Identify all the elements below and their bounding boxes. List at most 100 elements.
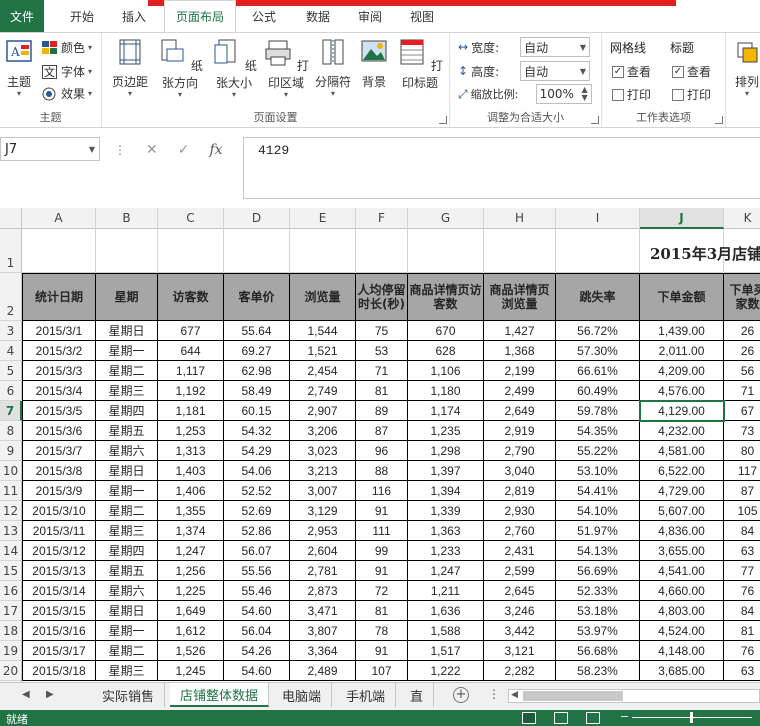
data-cell[interactable]: 2,649 <box>484 401 556 421</box>
data-cell[interactable]: 75 <box>356 321 408 341</box>
sheet-tab-actual-sales[interactable]: 实际销售 <box>92 683 166 707</box>
data-cell[interactable]: 2,749 <box>290 381 356 401</box>
sheet-tab-direct[interactable]: 直 <box>400 683 435 707</box>
height-select[interactable]: 自动 ▼ <box>520 61 591 81</box>
fonts-button[interactable]: 文 字体 ▾ <box>42 63 92 80</box>
prev-sheet-icon[interactable]: ◀ <box>22 689 30 700</box>
data-cell[interactable]: 54.26 <box>224 641 290 661</box>
empty-cell[interactable] <box>96 229 158 273</box>
data-cell[interactable]: 1,298 <box>408 441 484 461</box>
data-cell[interactable]: 107 <box>356 661 408 681</box>
data-cell[interactable]: 1,588 <box>408 621 484 641</box>
data-cell[interactable]: 3,023 <box>290 441 356 461</box>
data-cell[interactable]: 1,521 <box>290 341 356 361</box>
header-cell[interactable]: 访客数 <box>158 273 224 321</box>
column-header[interactable]: D <box>224 208 290 229</box>
data-cell[interactable]: 55.46 <box>224 581 290 601</box>
data-cell[interactable]: 2,760 <box>484 521 556 541</box>
data-cell[interactable]: 1,544 <box>290 321 356 341</box>
header-cell[interactable]: 统计日期 <box>22 273 96 321</box>
data-cell[interactable]: 1,313 <box>158 441 224 461</box>
data-cell[interactable]: 54.41% <box>556 481 640 501</box>
data-cell[interactable]: 4,148.00 <box>640 641 724 661</box>
data-cell[interactable]: 54.32 <box>224 421 290 441</box>
row-header[interactable]: 11 <box>0 481 22 501</box>
data-cell[interactable]: 87 <box>724 481 760 501</box>
data-cell[interactable]: 59.78% <box>556 401 640 421</box>
data-cell[interactable]: 54.60 <box>224 661 290 681</box>
data-cell[interactable]: 67 <box>724 401 760 421</box>
data-cell[interactable]: 4,576.00 <box>640 381 724 401</box>
data-cell[interactable]: 3,213 <box>290 461 356 481</box>
data-cell[interactable]: 1,225 <box>158 581 224 601</box>
data-cell[interactable]: 53.18% <box>556 601 640 621</box>
cancel-icon[interactable]: ✕ <box>146 142 158 158</box>
data-cell[interactable]: 63 <box>724 661 760 681</box>
row-header[interactable]: 8 <box>0 421 22 441</box>
data-cell[interactable]: 2015/3/3 <box>22 361 96 381</box>
header-cell[interactable]: 浏览量 <box>290 273 356 321</box>
data-cell[interactable]: 1,612 <box>158 621 224 641</box>
width-select[interactable]: 自动 ▼ <box>520 37 591 57</box>
empty-cell[interactable] <box>158 229 224 273</box>
empty-cell[interactable] <box>290 229 356 273</box>
zoom-out-icon[interactable]: − <box>620 710 629 723</box>
data-cell[interactable]: 3,364 <box>290 641 356 661</box>
data-cell[interactable]: 56.68% <box>556 641 640 661</box>
sheet-tab-store-overall[interactable]: 店铺整体数据 <box>170 683 270 707</box>
data-cell[interactable]: 1,245 <box>158 661 224 681</box>
data-cell[interactable]: 2015/3/6 <box>22 421 96 441</box>
formula-input[interactable]: 4129 <box>243 137 760 199</box>
gridlines-view-checkbox[interactable]: ✓ 查看 <box>612 63 651 80</box>
zoom-knob[interactable] <box>690 712 693 723</box>
empty-cell[interactable] <box>484 229 556 273</box>
header-cell[interactable]: 下单金额 <box>640 273 724 321</box>
next-sheet-icon[interactable]: ▶ <box>46 689 54 700</box>
data-cell[interactable]: 1,397 <box>408 461 484 481</box>
data-cell[interactable]: 62.98 <box>224 361 290 381</box>
header-cell[interactable]: 跳失率 <box>556 273 640 321</box>
data-cell[interactable]: 星期日 <box>96 461 158 481</box>
gridlines-print-checkbox[interactable]: 打印 <box>612 86 651 103</box>
data-cell[interactable]: 3,246 <box>484 601 556 621</box>
column-header[interactable]: J <box>640 208 724 229</box>
data-cell[interactable]: 2015/3/8 <box>22 461 96 481</box>
normal-view-icon[interactable] <box>522 712 536 724</box>
data-cell[interactable]: 2,790 <box>484 441 556 461</box>
data-cell[interactable]: 52.33% <box>556 581 640 601</box>
data-cell[interactable]: 54.10% <box>556 501 640 521</box>
data-cell[interactable]: 53.10% <box>556 461 640 481</box>
data-cell[interactable]: 56.07 <box>224 541 290 561</box>
row-header[interactable]: 20 <box>0 661 22 681</box>
data-cell[interactable]: 4,581.00 <box>640 441 724 461</box>
effects-button[interactable]: 效果 ▾ <box>42 85 92 102</box>
data-cell[interactable]: 26 <box>724 321 760 341</box>
data-cell[interactable]: 81 <box>356 381 408 401</box>
data-cell[interactable]: 星期三 <box>96 381 158 401</box>
scrollbar-thumb[interactable] <box>523 691 623 701</box>
page-break-view-icon[interactable] <box>586 712 600 724</box>
data-cell[interactable]: 51.97% <box>556 521 640 541</box>
data-cell[interactable]: 2,599 <box>484 561 556 581</box>
data-cell[interactable]: 628 <box>408 341 484 361</box>
headings-view-checkbox[interactable]: ✓ 查看 <box>672 63 711 80</box>
data-cell[interactable]: 1,174 <box>408 401 484 421</box>
size-button[interactable]: 纸张大小 ▾ <box>208 37 260 99</box>
data-cell[interactable]: 54.06 <box>224 461 290 481</box>
data-cell[interactable]: 111 <box>356 521 408 541</box>
data-cell[interactable]: 71 <box>724 381 760 401</box>
data-cell[interactable]: 5,607.00 <box>640 501 724 521</box>
data-cell[interactable]: 1,181 <box>158 401 224 421</box>
data-cell[interactable]: 1,256 <box>158 561 224 581</box>
data-cell[interactable]: 2,431 <box>484 541 556 561</box>
data-cell[interactable]: 2,454 <box>290 361 356 381</box>
data-cell[interactable]: 3,206 <box>290 421 356 441</box>
data-cell[interactable]: 4,836.00 <box>640 521 724 541</box>
data-cell[interactable]: 2015/3/1 <box>22 321 96 341</box>
data-cell[interactable]: 星期日 <box>96 601 158 621</box>
data-cell[interactable]: 52.52 <box>224 481 290 501</box>
margins-button[interactable]: 页边距 ▾ <box>108 37 152 98</box>
data-cell[interactable]: 54.29 <box>224 441 290 461</box>
colors-button[interactable]: 颜色 ▾ <box>42 39 92 56</box>
data-cell[interactable]: 3,040 <box>484 461 556 481</box>
